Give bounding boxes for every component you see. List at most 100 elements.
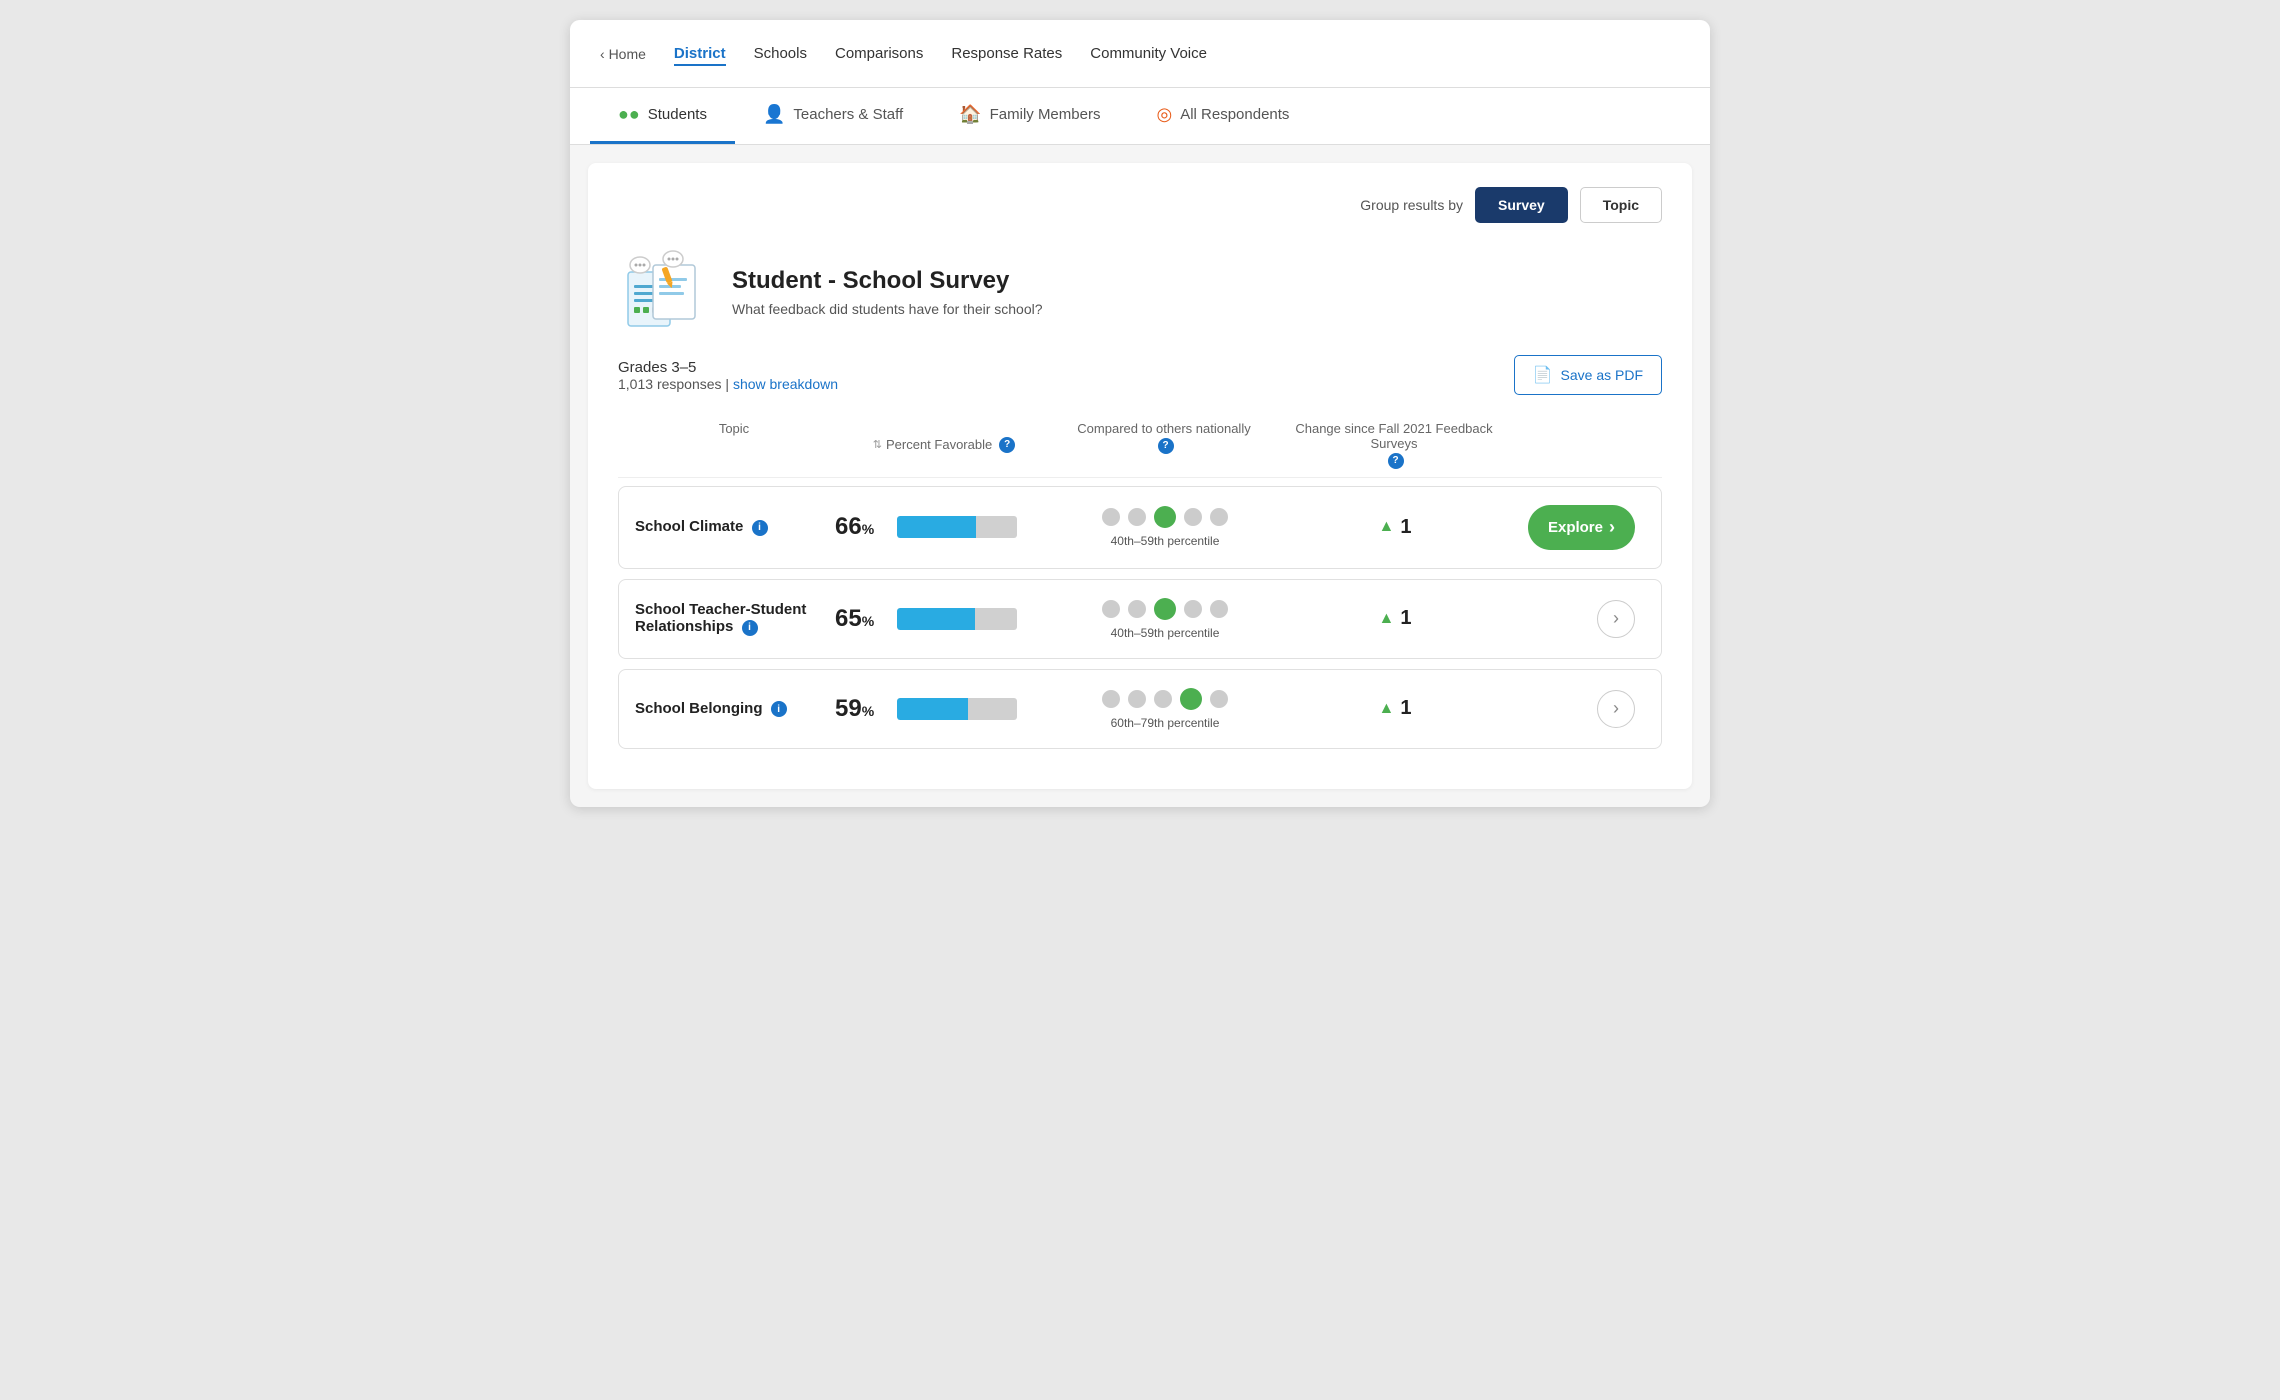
tab-family[interactable]: 🏠 Family Members: [931, 88, 1128, 144]
nav-item-district[interactable]: District: [674, 41, 726, 66]
survey-subtitle: What feedback did students have for thei…: [732, 301, 1043, 317]
header-compared: Compared to others nationally ?: [1054, 421, 1274, 469]
save-pdf-label: Save as PDF: [1561, 367, 1643, 383]
change-value: 1: [1400, 607, 1411, 630]
progress-bar-fill: [897, 698, 968, 720]
percentile-dot-4: [1210, 508, 1228, 526]
table-headers: Topic ⇅ Percent Favorable ? Compared to …: [618, 413, 1662, 478]
change-arrow-up-icon: ▲: [1379, 700, 1395, 718]
percentile-dot-1: [1128, 690, 1146, 708]
percentile-label: 40th–59th percentile: [1111, 534, 1220, 548]
tab-students[interactable]: ●● Students: [590, 88, 735, 144]
tab-all-label: All Respondents: [1180, 106, 1289, 123]
survey-info: Student - School Survey What feedback di…: [732, 267, 1043, 317]
header-percent-favorable[interactable]: ⇅ Percent Favorable ?: [834, 421, 1054, 469]
change-cell: ▲ 1: [1275, 516, 1515, 539]
survey-header: Student - School Survey What feedback di…: [618, 247, 1662, 337]
survey-grades-responses: Grades 3–5 1,013 responses | show breakd…: [618, 359, 838, 392]
percentile-dot-3: [1180, 688, 1202, 710]
topics-container: School Climate i 66% 40th–59th percentil…: [618, 486, 1662, 749]
explore-button[interactable]: Explore: [1528, 505, 1635, 550]
dots-row: [1102, 506, 1228, 528]
tab-teachers[interactable]: 👤 Teachers & Staff: [735, 88, 931, 144]
change-cell: ▲ 1: [1275, 607, 1515, 630]
percentile-label: 60th–79th percentile: [1111, 716, 1220, 730]
save-pdf-button[interactable]: 📄 Save as PDF: [1514, 355, 1662, 395]
response-label: responses |: [657, 376, 733, 392]
percentile-dot-2: [1154, 506, 1176, 528]
percentile-label: 40th–59th percentile: [1111, 626, 1220, 640]
percentile-dot-4: [1210, 690, 1228, 708]
tab-teachers-label: Teachers & Staff: [793, 106, 903, 123]
nav-item-schools[interactable]: Schools: [754, 41, 807, 66]
percentile-cell: 40th–59th percentile: [1055, 506, 1275, 548]
nav-home[interactable]: Home: [600, 42, 646, 66]
percent-help-icon: ?: [999, 437, 1015, 453]
info-icon: i: [752, 520, 768, 536]
header-topic: Topic: [634, 421, 834, 469]
percent-value: 59%: [835, 695, 887, 723]
change-arrow-up-icon: ▲: [1379, 518, 1395, 536]
top-navigation: Home District Schools Comparisons Respon…: [570, 20, 1710, 88]
tab-all-respondents[interactable]: ◎ All Respondents: [1128, 88, 1317, 144]
sort-icon: ⇅: [873, 438, 882, 451]
percent-favorable-label: Percent Favorable: [886, 437, 992, 452]
progress-bar-fill: [897, 608, 975, 630]
next-button[interactable]: ›: [1597, 690, 1635, 728]
percentile-dot-0: [1102, 508, 1120, 526]
survey-icon: [618, 247, 708, 337]
tab-family-label: Family Members: [990, 106, 1101, 123]
group-results-bar: Group results by Survey Topic: [618, 187, 1662, 223]
percent-cell: 66%: [835, 513, 1055, 541]
change-value: 1: [1400, 516, 1411, 539]
percentile-dot-3: [1184, 600, 1202, 618]
topic-name: School Belonging i: [635, 700, 835, 717]
dots-row: [1102, 598, 1228, 620]
topic-row: School Climate i 66% 40th–59th percentil…: [618, 486, 1662, 569]
change-arrow-up-icon: ▲: [1379, 610, 1395, 628]
progress-bar: [897, 516, 1017, 538]
response-count: 1,013: [618, 376, 653, 392]
change-help-icon: ?: [1388, 453, 1404, 469]
dots-row: [1102, 688, 1228, 710]
group-results-label: Group results by: [1360, 197, 1463, 213]
compared-help-icon: ?: [1158, 438, 1174, 454]
nav-item-comparisons[interactable]: Comparisons: [835, 41, 923, 66]
explore-col: ›: [1515, 600, 1635, 638]
explore-col: ›: [1515, 690, 1635, 728]
change-cell: ▲ 1: [1275, 697, 1515, 720]
group-by-survey-button[interactable]: Survey: [1475, 187, 1568, 223]
percentile-cell: 60th–79th percentile: [1055, 688, 1275, 730]
all-respondents-icon: ◎: [1156, 104, 1172, 125]
percent-value: 65%: [835, 605, 887, 633]
percentile-dot-1: [1128, 508, 1146, 526]
family-icon: 🏠: [959, 104, 981, 125]
percentile-dot-2: [1154, 690, 1172, 708]
nav-item-community-voice[interactable]: Community Voice: [1090, 41, 1207, 66]
pdf-icon: 📄: [1533, 365, 1553, 385]
topic-row: School Teacher-Student Relationships i 6…: [618, 579, 1662, 659]
survey-meta: Grades 3–5 1,013 responses | show breakd…: [618, 355, 1662, 395]
group-by-topic-button[interactable]: Topic: [1580, 187, 1662, 223]
progress-bar: [897, 698, 1017, 720]
percentile-dot-3: [1184, 508, 1202, 526]
percent-value: 66%: [835, 513, 887, 541]
percent-cell: 59%: [835, 695, 1055, 723]
percentile-cell: 40th–59th percentile: [1055, 598, 1275, 640]
nav-item-response-rates[interactable]: Response Rates: [951, 41, 1062, 66]
explore-col: Explore: [1515, 505, 1635, 550]
header-change: Change since Fall 2021 Feedback Surveys …: [1274, 421, 1514, 469]
grades-text: Grades 3–5: [618, 359, 838, 376]
percentile-dot-1: [1128, 600, 1146, 618]
main-content: Group results by Survey Topic: [588, 163, 1692, 789]
responses-text: 1,013 responses | show breakdown: [618, 376, 838, 392]
percent-cell: 65%: [835, 605, 1055, 633]
topic-name: School Climate i: [635, 518, 835, 535]
info-icon: i: [742, 620, 758, 636]
percentile-dot-0: [1102, 600, 1120, 618]
show-breakdown-link[interactable]: show breakdown: [733, 376, 838, 392]
progress-bar: [897, 608, 1017, 630]
next-button[interactable]: ›: [1597, 600, 1635, 638]
survey-title: Student - School Survey: [732, 267, 1043, 295]
topic-name: School Teacher-Student Relationships i: [635, 601, 835, 635]
